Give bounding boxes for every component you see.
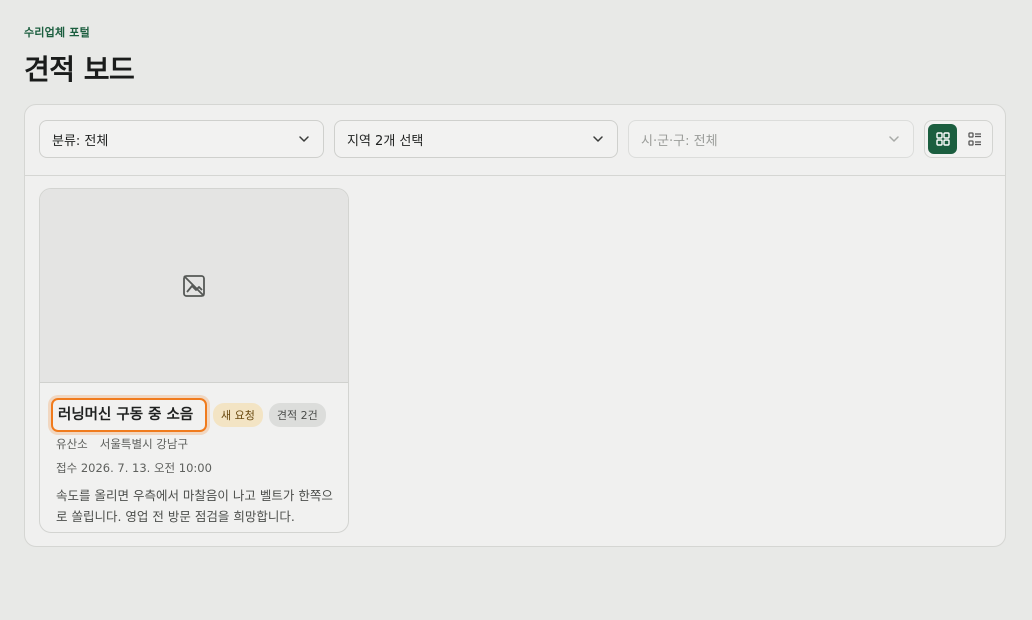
card-meta: 유산소 서울특별시 강남구 (56, 436, 332, 452)
chevron-down-icon (299, 136, 309, 142)
quote-count-badge: 견적 2건 (268, 403, 326, 427)
view-mode-toggle (924, 120, 993, 158)
grid-icon (935, 132, 950, 146)
card-title[interactable]: 러닝머신 구동 중 소음 (51, 398, 207, 432)
card-body: 러닝머신 구동 중 소음 새 요청 견적 2건 유산소 서울특별시 강남구 접수… (40, 398, 348, 527)
card-title-row: 러닝머신 구동 중 소음 새 요청 견적 2건 (51, 398, 332, 432)
received-date: 접수 2026. 7. 13. 오전 10:00 (56, 461, 212, 475)
portal-label: 수리업체 포털 (24, 26, 90, 39)
status-badge: 새 요청 (213, 403, 263, 427)
category-filter-label: 분류: 전체 (52, 133, 109, 149)
quote-board-panel: 분류: 전체 지역 2개 선택 시·군·구: 전체 러닝머신 구동 중 소음 새… (24, 104, 1006, 547)
card-description: 속도를 올리면 우측에서 마찰음이 나고 벨트가 한쪽으로 쏠립니다. 영업 전… (56, 488, 333, 524)
list-icon (967, 132, 981, 146)
filter-toolbar: 분류: 전체 지역 2개 선택 시·군·구: 전체 (25, 105, 1005, 176)
location: 서울특별시 강남구 (99, 437, 189, 451)
list-view-button[interactable] (960, 124, 989, 154)
chevron-down-icon (593, 136, 603, 142)
district-filter-select[interactable]: 시·군·구: 전체 (628, 120, 914, 158)
chevron-down-icon (889, 136, 899, 142)
quote-request-card[interactable]: 러닝머신 구동 중 소음 새 요청 견적 2건 유산소 서울특별시 강남구 접수… (39, 188, 349, 533)
district-filter-label: 시·군·구: 전체 (641, 133, 718, 149)
no-image-icon (183, 274, 205, 297)
region-filter-select[interactable]: 지역 2개 선택 (334, 120, 618, 158)
page-title: 견적 보드 (24, 53, 135, 86)
customer-name: 유산소 (56, 437, 88, 451)
region-filter-label: 지역 2개 선택 (347, 133, 424, 149)
card-image-placeholder (40, 189, 348, 383)
category-filter-select[interactable]: 분류: 전체 (39, 120, 324, 158)
page-header: 수리업체 포털 견적 보드 (24, 24, 135, 88)
grid-view-button[interactable] (928, 124, 957, 154)
